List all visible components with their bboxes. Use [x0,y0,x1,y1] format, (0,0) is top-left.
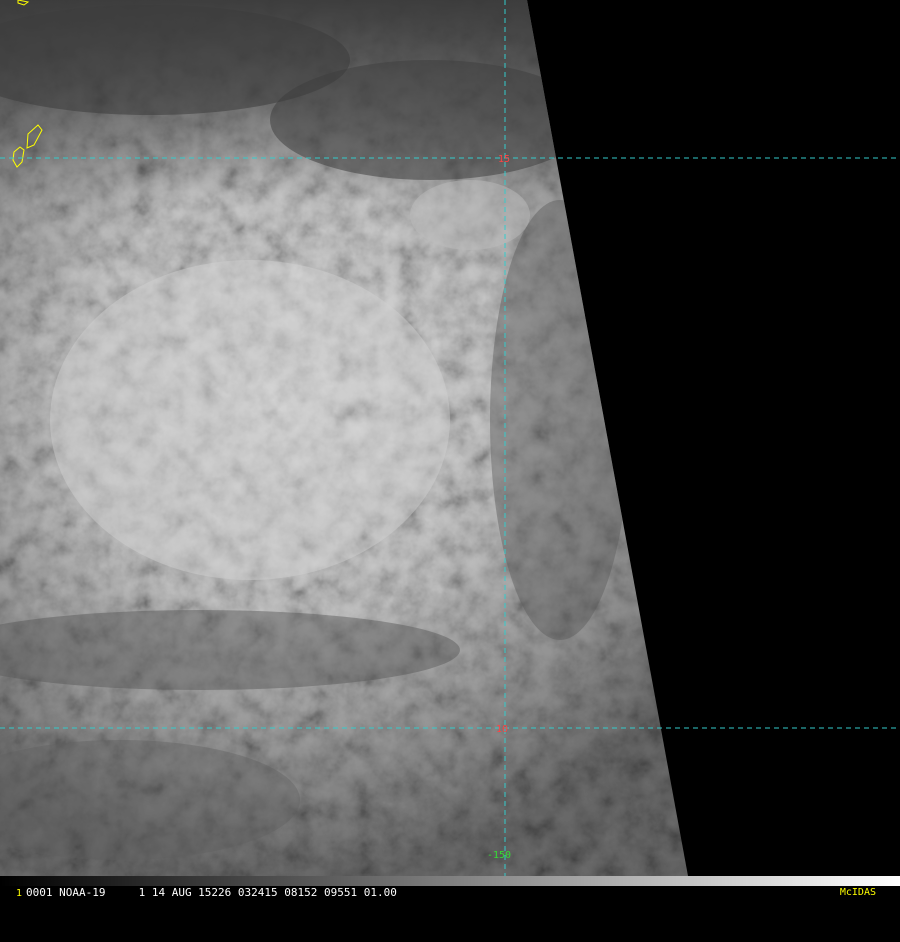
grayscale-bar [0,876,900,886]
product-line: 0001 NOAA-19 1 14 AUG 15226 032415 08152… [26,886,397,899]
lat-label-10: 10 [496,724,508,735]
frame-index: 1 [16,888,23,899]
status-bar: 1 0001 NOAA-19 1 14 AUG 15226 032415 081… [0,886,900,900]
lat-label-15: 15 [498,154,510,165]
satellite-image: 15 10 -150 [0,0,900,900]
brand-label: McIDAS [839,887,876,898]
lon-label-150: -150 [487,850,511,861]
